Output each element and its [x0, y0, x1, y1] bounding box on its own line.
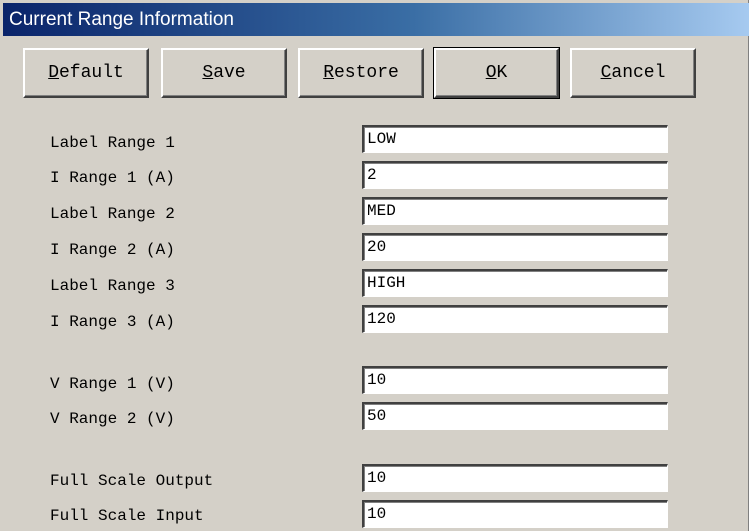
- label-range-1-label: Label Range 1: [50, 134, 175, 152]
- i-range-3-label: I Range 3 (A): [50, 313, 175, 331]
- button-mnemonic: S: [202, 63, 214, 83]
- cancel-button[interactable]: Cancel: [570, 48, 696, 98]
- label-range-2-field[interactable]: MED: [362, 197, 668, 225]
- button-label-post: K: [496, 63, 508, 83]
- save-button[interactable]: Save: [161, 48, 287, 98]
- window-title: Current Range Information: [9, 8, 234, 30]
- button-label-post: ave: [213, 63, 246, 83]
- restore-button[interactable]: Restore: [298, 48, 424, 98]
- full-scale-output-label: Full Scale Output: [50, 472, 214, 490]
- v-range-1-field[interactable]: 10: [362, 366, 668, 394]
- i-range-1-label: I Range 1 (A): [50, 169, 175, 187]
- v-range-2-label: V Range 2 (V): [50, 410, 175, 428]
- button-label-post: estore: [334, 63, 399, 83]
- v-range-1-label: V Range 1 (V): [50, 375, 175, 393]
- i-range-3-field[interactable]: 120: [362, 305, 668, 333]
- current-range-dialog: Current Range Information Default Save R…: [0, 0, 749, 531]
- label-range-3-field[interactable]: HIGH: [362, 269, 668, 297]
- button-mnemonic: C: [600, 63, 612, 83]
- v-range-2-field[interactable]: 50: [362, 402, 668, 430]
- label-range-2-label: Label Range 2: [50, 205, 175, 223]
- full-scale-input-label: Full Scale Input: [50, 507, 204, 525]
- label-range-3-label: Label Range 3: [50, 277, 175, 295]
- full-scale-output-field[interactable]: 10: [362, 464, 668, 492]
- button-mnemonic: D: [48, 63, 59, 83]
- label-range-1-field[interactable]: LOW: [362, 125, 668, 153]
- button-label-post: ancel: [611, 63, 666, 83]
- i-range-1-field[interactable]: 2: [362, 161, 668, 189]
- default-button[interactable]: Default: [23, 48, 149, 98]
- button-mnemonic: R: [323, 63, 334, 83]
- button-label-post: efault: [59, 63, 124, 83]
- i-range-2-field[interactable]: 20: [362, 233, 668, 261]
- full-scale-input-field[interactable]: 10: [362, 500, 668, 528]
- title-bar[interactable]: Current Range Information: [3, 3, 749, 36]
- ok-button[interactable]: OK: [433, 47, 560, 99]
- button-mnemonic: O: [485, 63, 497, 83]
- i-range-2-label: I Range 2 (A): [50, 241, 175, 259]
